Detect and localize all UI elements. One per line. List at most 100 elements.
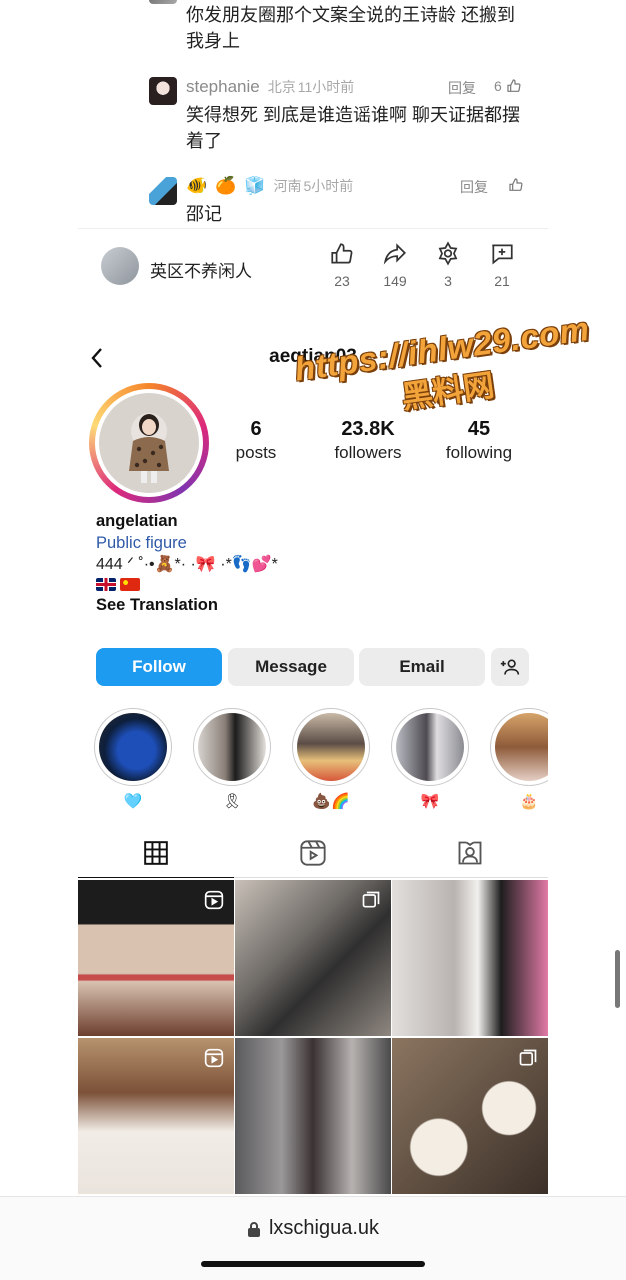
profile-full-name: angelatian [96,512,178,530]
flags-row [96,578,278,591]
scrollbar[interactable] [615,950,620,1008]
thumbs-up-icon [509,178,523,191]
comment-text: 你发朋友圈那个文案全说的王诗龄 还搬到 我身上 [186,5,515,51]
reply-button[interactable]: 回复 [448,78,476,98]
highlight-cover [396,713,464,781]
highlight-cover [297,713,365,781]
story-highlight[interactable]: 🎀 [391,708,469,812]
like-count: 6 [494,78,502,94]
grid-post-thumbnail[interactable] [392,1038,548,1194]
child-figure-image [129,414,169,483]
home-indicator[interactable] [201,1261,425,1267]
profile-username: aeqtian03 [269,346,357,367]
ice-emoji-icon: 🧊 [244,176,266,195]
comment-time: 11小时前 [297,79,355,95]
grid-post-thumbnail[interactable] [392,880,548,1036]
follow-button[interactable]: Follow [96,648,222,686]
stat-label: followers [334,443,402,462]
stat-value: 6 [250,418,262,440]
highlight-label: 💩🌈 [312,793,350,810]
highlight-cover [495,713,548,781]
gift-button[interactable]: 3 [428,241,468,289]
share-count: 149 [383,273,407,289]
post-author[interactable]: 英区不养闲人 [150,257,252,282]
orange-emoji-icon: 🍊 [215,176,237,195]
multi-post-icon [362,891,380,908]
comment-location: 河南 [273,178,302,194]
stat-value: 45 [467,418,491,440]
profile-bio: angelatian Public figure 444 ᐟ ˚·•🧸*· ·🎀… [96,510,278,616]
see-translation-link[interactable]: See Translation [96,594,278,616]
message-button[interactable]: Message [228,648,354,686]
multi-post-icon [519,1049,537,1066]
grid-post-thumbnail[interactable] [235,1038,391,1194]
comment-header: stephanie 北京 11小时前 [186,76,354,98]
highlight-label: 🎂 [519,793,539,810]
avatar[interactable] [149,77,177,105]
like-button[interactable]: 23 [322,241,362,289]
url-text: lxschigua.uk [268,1217,380,1239]
tab-reels[interactable] [235,828,391,878]
stat-label: posts [235,443,277,462]
lock-icon [247,1221,260,1237]
suggest-people-button[interactable] [491,648,529,686]
profile-tabs [78,828,548,878]
thumbs-up-icon [331,243,353,264]
fish-emoji-icon: 🐠 [186,176,208,195]
reply-button[interactable]: 回复 [460,177,488,197]
grid-post-thumbnail[interactable] [78,1038,234,1194]
email-button[interactable]: Email [359,648,485,686]
highlight-label: 🎀 [420,793,440,810]
like-button[interactable] [508,177,524,193]
tab-posts-grid[interactable] [78,828,234,878]
comment-header: 🐠 🍊 🧊 河南 5小时前 [186,175,353,197]
tagged-person-icon [458,841,482,865]
story-highlight[interactable]: 🎗 [193,708,271,812]
star-badge-icon [438,241,458,266]
avatar[interactable] [101,247,139,285]
grid-icon [144,840,168,865]
like-count: 23 [334,273,350,289]
comment-text: 邵记 [186,204,222,224]
thumbs-up-icon [507,79,521,92]
instagram-profile-screenshot: aeqtian03 6 posts 23.8K followers 45 fol… [78,318,548,1198]
highlight-cover [198,713,266,781]
add-person-icon [500,659,520,675]
story-highlight[interactable]: 🩵 [94,708,172,812]
gift-count: 3 [444,273,452,289]
avatar[interactable] [149,177,177,205]
reels-icon [300,840,326,866]
reel-icon [204,1048,224,1068]
story-highlight[interactable]: 🎂 [490,708,548,812]
story-highlight[interactable]: 💩🌈 [292,708,370,812]
stat-following[interactable]: 45 following [438,418,520,463]
tab-tagged[interactable] [392,828,548,878]
comments-section: 你发朋友圈那个文案全说的王诗龄 还搬到 我身上 stephanie 北京 11小… [0,0,626,300]
uk-flag-icon [96,578,116,591]
share-button[interactable]: 149 [375,241,415,289]
comment-count: 21 [494,273,510,289]
profile-avatar[interactable] [89,383,209,503]
like-button[interactable]: 6 [494,78,522,94]
stat-followers[interactable]: 23.8K followers [326,418,410,463]
browser-address-bar: lxschigua.uk [0,1196,626,1280]
comment-add-icon [492,244,513,265]
url-field[interactable]: lxschigua.uk [0,1217,626,1240]
stat-label: following [445,443,513,462]
profile-photo [99,393,199,493]
comment-button[interactable]: 21 [482,241,522,289]
comment-location: 北京 [267,79,296,95]
reel-icon [204,890,224,910]
grid-post-thumbnail[interactable] [235,880,391,1036]
stat-value: 23.8K [341,418,395,440]
highlight-label: 🩵 [123,793,143,810]
comment-time: 5小时前 [303,178,354,194]
highlight-cover [99,713,167,781]
highlight-label: 🎗 [222,793,242,810]
stat-posts[interactable]: 6 posts [228,418,284,463]
avatar[interactable] [149,0,177,4]
comment-author[interactable]: stephanie [186,77,260,97]
profile-category: Public figure [96,534,187,552]
grid-post-thumbnail[interactable] [78,880,234,1036]
posts-grid [78,880,548,1198]
